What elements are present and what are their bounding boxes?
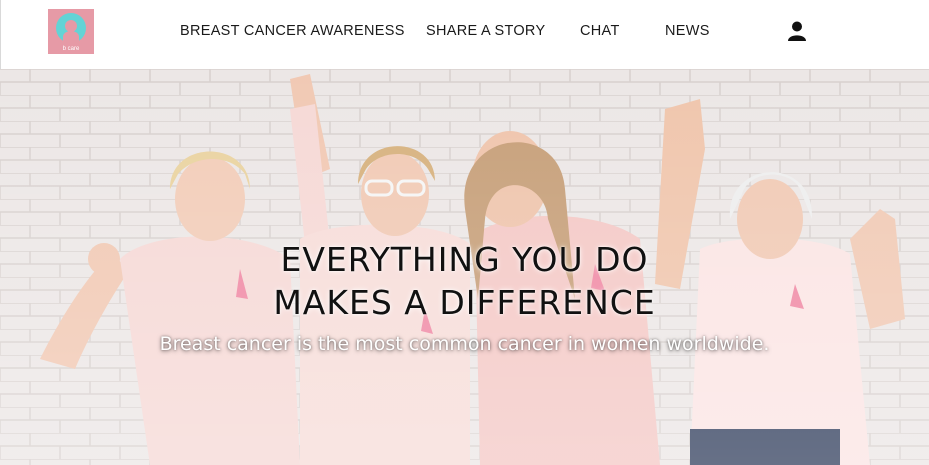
nav-news[interactable]: NEWS (665, 23, 710, 39)
nav-breast-cancer-awareness[interactable]: BREAST CANCER AWARENESS (180, 23, 405, 39)
top-navbar: b care BREAST CANCER AWARENESS SHARE A S… (0, 0, 929, 69)
hero-banner: EVERYTHING YOU DO MAKES A DIFFERENCE Bre… (0, 69, 929, 465)
hero-headline-line-1: EVERYTHING YOU DO (280, 240, 649, 279)
user-icon[interactable] (786, 20, 808, 42)
nav-share-a-story[interactable]: SHARE A STORY (426, 23, 545, 39)
logo-text: b care (62, 46, 80, 52)
nav-chat[interactable]: CHAT (580, 23, 620, 39)
hero-subheadline: Breast cancer is the most common cancer … (159, 333, 770, 355)
hero-headline-line-2: MAKES A DIFFERENCE (273, 283, 656, 322)
brand-logo[interactable]: b care (48, 9, 94, 54)
